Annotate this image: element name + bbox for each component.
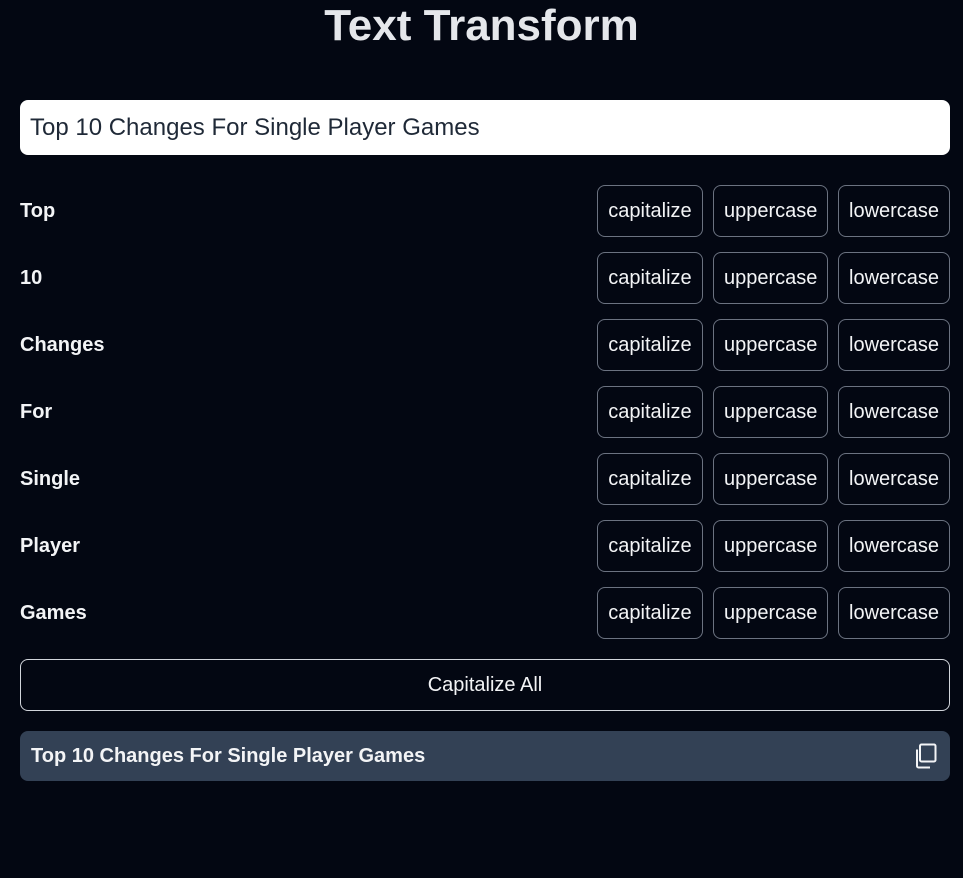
word-row: 10 capitalize uppercase lowercase bbox=[20, 252, 950, 304]
word-label: Player bbox=[20, 534, 81, 557]
capitalize-button[interactable]: capitalize bbox=[597, 520, 703, 572]
text-input[interactable] bbox=[20, 100, 950, 155]
lowercase-button[interactable]: lowercase bbox=[838, 453, 950, 505]
capitalize-all-button[interactable]: Capitalize All bbox=[20, 659, 950, 711]
word-actions: capitalize uppercase lowercase bbox=[597, 252, 950, 304]
uppercase-button[interactable]: uppercase bbox=[713, 453, 828, 505]
uppercase-button[interactable]: uppercase bbox=[713, 252, 828, 304]
word-row: Games capitalize uppercase lowercase bbox=[20, 587, 950, 639]
lowercase-button[interactable]: lowercase bbox=[838, 185, 950, 237]
word-actions: capitalize uppercase lowercase bbox=[597, 520, 950, 572]
word-label: 10 bbox=[20, 266, 43, 289]
capitalize-button[interactable]: capitalize bbox=[597, 453, 703, 505]
page-title: Text Transform bbox=[324, 1, 639, 50]
word-row: Top capitalize uppercase lowercase bbox=[20, 185, 950, 237]
word-row: For capitalize uppercase lowercase bbox=[20, 386, 950, 438]
copy-icon[interactable] bbox=[912, 742, 938, 770]
uppercase-button[interactable]: uppercase bbox=[713, 185, 828, 237]
lowercase-button[interactable]: lowercase bbox=[838, 520, 950, 572]
word-list: Top capitalize uppercase lowercase 10 ca… bbox=[20, 185, 950, 654]
lowercase-button[interactable]: lowercase bbox=[838, 587, 950, 639]
result-box: Top 10 Changes For Single Player Games bbox=[20, 731, 950, 781]
word-actions: capitalize uppercase lowercase bbox=[597, 386, 950, 438]
word-actions: capitalize uppercase lowercase bbox=[597, 587, 950, 639]
word-actions: capitalize uppercase lowercase bbox=[597, 319, 950, 371]
uppercase-button[interactable]: uppercase bbox=[713, 386, 828, 438]
capitalize-button[interactable]: capitalize bbox=[597, 185, 703, 237]
word-label: Top bbox=[20, 199, 56, 222]
uppercase-button[interactable]: uppercase bbox=[713, 520, 828, 572]
uppercase-button[interactable]: uppercase bbox=[713, 319, 828, 371]
word-label: For bbox=[20, 400, 53, 423]
capitalize-button[interactable]: capitalize bbox=[597, 386, 703, 438]
word-row: Changes capitalize uppercase lowercase bbox=[20, 319, 950, 371]
word-label: Changes bbox=[20, 333, 105, 356]
word-actions: capitalize uppercase lowercase bbox=[597, 185, 950, 237]
uppercase-button[interactable]: uppercase bbox=[713, 587, 828, 639]
word-actions: capitalize uppercase lowercase bbox=[597, 453, 950, 505]
app-root: Text Transform Top capitalize uppercase … bbox=[0, 0, 963, 878]
capitalize-button[interactable]: capitalize bbox=[597, 252, 703, 304]
word-row: Player capitalize uppercase lowercase bbox=[20, 520, 950, 572]
result-text: Top 10 Changes For Single Player Games bbox=[31, 744, 426, 767]
lowercase-button[interactable]: lowercase bbox=[838, 386, 950, 438]
lowercase-button[interactable]: lowercase bbox=[838, 319, 950, 371]
capitalize-button[interactable]: capitalize bbox=[597, 319, 703, 371]
word-label: Games bbox=[20, 601, 87, 624]
word-row: Single capitalize uppercase lowercase bbox=[20, 453, 950, 505]
word-label: Single bbox=[20, 467, 81, 490]
lowercase-button[interactable]: lowercase bbox=[838, 252, 950, 304]
capitalize-button[interactable]: capitalize bbox=[597, 587, 703, 639]
